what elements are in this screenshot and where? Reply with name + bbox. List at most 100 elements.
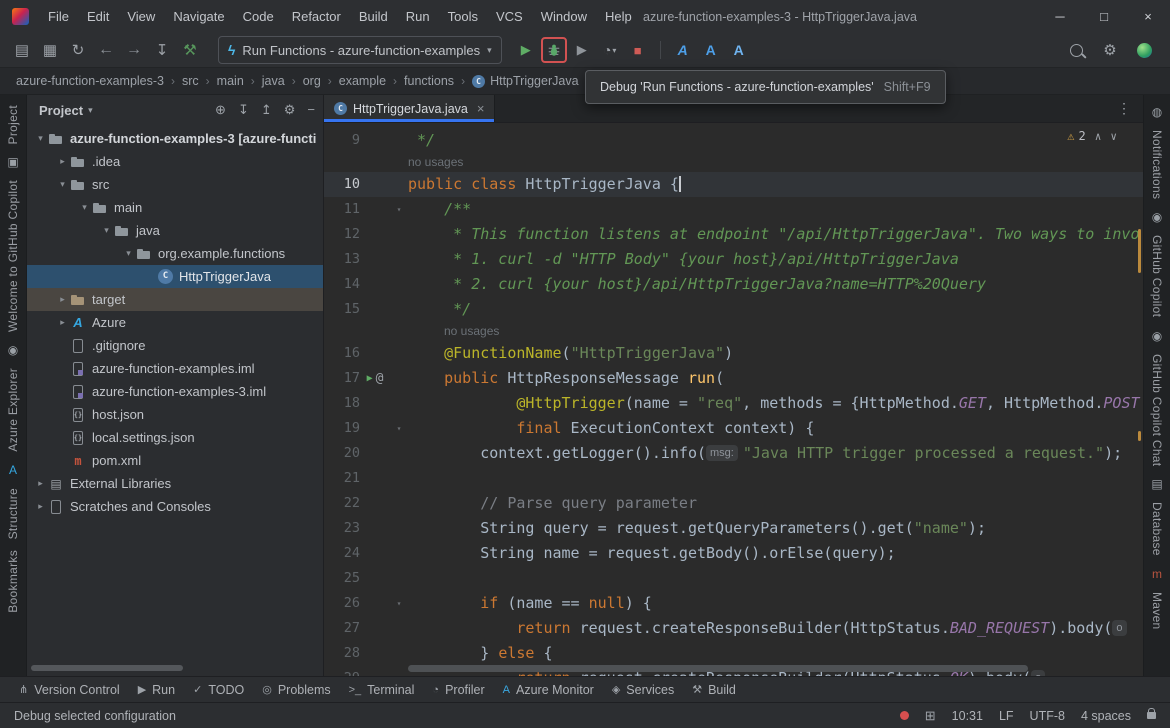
breadcrumb-azure-function-examples-3[interactable]: azure-function-examples-3 — [14, 74, 166, 88]
toolwindow-button-github-copilot-chat[interactable]: GitHub Copilot Chat — [1150, 354, 1164, 466]
menu-code[interactable]: Code — [234, 0, 283, 33]
tree-item-scratches-and-consoles[interactable]: ▸ Scratches and Consoles — [27, 495, 323, 518]
coverage-button[interactable]: ▶ — [569, 37, 595, 63]
menu-navigate[interactable]: Navigate — [164, 0, 233, 33]
breadcrumb-org[interactable]: org — [301, 74, 323, 88]
menu-vcs[interactable]: VCS — [487, 0, 532, 33]
tree-item-httptriggerjava[interactable]: HttpTriggerJava — [27, 265, 323, 288]
toolwindow-button-github-copilot[interactable]: GitHub Copilot — [1150, 235, 1164, 317]
tree-item-azure[interactable]: ▸Azure — [27, 311, 323, 334]
settings-icon[interactable]: ⚙ — [284, 102, 296, 118]
editor-line-26[interactable]: 26 ▾ if (name == null) { — [324, 591, 1143, 616]
next-issue-icon[interactable]: ∨ — [1110, 130, 1117, 143]
tool-button-run[interactable]: ▶ Run — [129, 677, 184, 702]
a-plugin-icon-3[interactable]: A — [726, 37, 752, 63]
editor-line-15[interactable]: 15 */ — [324, 297, 1143, 322]
tree-item-org-example-functions[interactable]: ▾ org.example.functions — [27, 242, 323, 265]
plugin-ball-icon[interactable] — [1131, 37, 1157, 63]
tree-toggle-icon[interactable]: ▾ — [33, 133, 48, 144]
breadcrumb-java[interactable]: java — [260, 74, 287, 88]
tab-options-icon[interactable]: ⋮ — [1117, 100, 1143, 117]
tool-button-build[interactable]: ⚒ Build — [683, 677, 745, 702]
tree-toggle-icon[interactable]: ▸ — [33, 478, 48, 489]
editor-line-10[interactable]: 10 public class HttpTriggerJava { — [324, 172, 1143, 197]
menu-run[interactable]: Run — [397, 0, 439, 33]
tree-toggle-icon[interactable]: ▸ — [55, 156, 70, 167]
tree-toggle-icon[interactable]: ▸ — [55, 317, 70, 328]
tree-item-external-libraries[interactable]: ▸External Libraries — [27, 472, 323, 495]
tree-item--gitignore[interactable]: .gitignore — [27, 334, 323, 357]
tree-item-azure-function-examples-3-iml[interactable]: azure-function-examples-3.iml — [27, 380, 323, 403]
readonly-lock-icon[interactable] — [1147, 708, 1156, 719]
settings-gear-icon[interactable]: ⚙ — [1097, 37, 1123, 63]
tree-toggle-icon[interactable]: ▸ — [33, 501, 48, 512]
expand-all-icon[interactable]: ↧ — [238, 102, 249, 118]
tab-httptriggerjava[interactable]: HttpTriggerJava.java × — [324, 95, 496, 122]
tree-toggle-icon[interactable]: ▸ — [55, 294, 70, 305]
a-plugin-icon-1[interactable]: A — [670, 37, 696, 63]
tree-toggle-icon[interactable]: ▾ — [77, 202, 92, 213]
editor-line-24[interactable]: 24 String name = request.getBody().orEls… — [324, 541, 1143, 566]
commit-window-icon[interactable]: ▣ — [7, 155, 18, 169]
file-encoding[interactable]: UTF-8 — [1030, 709, 1065, 723]
tree-item-host-json[interactable]: host.json — [27, 403, 323, 426]
breadcrumb-httptriggerjava[interactable]: C HttpTriggerJava — [470, 74, 580, 88]
build-project-icon[interactable]: ⚒ — [177, 37, 203, 63]
toolwindow-button-maven[interactable]: Maven — [1150, 592, 1164, 630]
tree-item-java[interactable]: ▾ java — [27, 219, 323, 242]
select-opened-file-icon[interactable]: ⊕ — [215, 102, 226, 118]
editor-line-14[interactable]: 14 * 2. curl {your host}/api/HttpTrigger… — [324, 272, 1143, 297]
maven-icon[interactable]: m — [1152, 567, 1162, 581]
editor-line-28[interactable]: 28 } else { — [324, 641, 1143, 666]
editor-line-17[interactable]: 17 ▶ @ public HttpResponseMessage run( — [324, 366, 1143, 391]
tool-button-services[interactable]: ◈ Services — [603, 677, 683, 702]
editor-line-25[interactable]: 25 — [324, 566, 1143, 591]
tree-item--idea[interactable]: ▸ .idea — [27, 150, 323, 173]
search-icon[interactable] — [1063, 37, 1089, 63]
tool-button-problems[interactable]: ◎ Problems — [253, 677, 339, 702]
toolwindow-button-notifications[interactable]: Notifications — [1150, 130, 1164, 199]
tree-item-pom-xml[interactable]: pom.xml — [27, 449, 323, 472]
tool-button-azure-monitor[interactable]: A Azure Monitor — [494, 677, 603, 702]
editor-line-13[interactable]: 13 * 1. curl -d "HTTP Body" {your host}/… — [324, 247, 1143, 272]
usages-hint[interactable]: no usages — [324, 153, 1143, 172]
editor-line-23[interactable]: 23 String query = request.getQueryParame… — [324, 516, 1143, 541]
project-hscrollbar[interactable] — [31, 665, 183, 671]
close-tab-icon[interactable]: × — [477, 101, 485, 116]
fold-icon[interactable]: ▾ — [390, 416, 408, 441]
editor-line-22[interactable]: 22 // Parse query parameter — [324, 491, 1143, 516]
fold-icon[interactable]: ▾ — [390, 197, 408, 222]
external-tools-icon[interactable]: ↧ — [149, 37, 175, 63]
tree-item-main[interactable]: ▾ main — [27, 196, 323, 219]
caret-position[interactable]: 10:31 — [952, 709, 983, 723]
line-separator[interactable]: LF — [999, 709, 1014, 723]
hide-panel-icon[interactable]: − — [307, 102, 315, 118]
github-copilot-icon[interactable]: ◉ — [8, 343, 18, 357]
inspections-widget[interactable]: ⚠ 2 ∧ ∨ — [1067, 129, 1117, 143]
menu-refactor[interactable]: Refactor — [283, 0, 350, 33]
prev-issue-icon[interactable]: ∧ — [1095, 130, 1102, 143]
run-button[interactable]: ▶ — [513, 37, 539, 63]
tool-button-profiler[interactable]: ◔ Profiler — [423, 677, 493, 702]
notifications-bell-icon[interactable]: ◍ — [1152, 105, 1162, 119]
project-panel-title[interactable]: Project — [39, 103, 83, 118]
tree-item-src[interactable]: ▾ src — [27, 173, 323, 196]
menu-help[interactable]: Help — [596, 0, 641, 33]
menu-edit[interactable]: Edit — [78, 0, 118, 33]
save-all-icon[interactable]: ▦ — [37, 37, 63, 63]
editor-line-11[interactable]: 11 ▾ /** — [324, 197, 1143, 222]
maximize-button[interactable]: □ — [1082, 0, 1126, 33]
menu-build[interactable]: Build — [350, 0, 397, 33]
copilot-chat-icon[interactable]: ◉ — [1152, 329, 1162, 343]
editor-line-12[interactable]: 12 * This function listens at endpoint "… — [324, 222, 1143, 247]
menu-window[interactable]: Window — [532, 0, 596, 33]
run-gutter-icon[interactable]: ▶ — [367, 366, 373, 391]
fold-icon[interactable]: ▾ — [390, 591, 408, 616]
tree-item-azure-function-examples-iml[interactable]: azure-function-examples.iml — [27, 357, 323, 380]
tool-button-todo[interactable]: ✓ TODO — [184, 677, 253, 702]
editor-line-16[interactable]: 16 @FunctionName("HttpTriggerJava") — [324, 341, 1143, 366]
sync-icon[interactable]: ↻ — [65, 37, 91, 63]
indent-style[interactable]: 4 spaces — [1081, 709, 1131, 723]
editor-line-27[interactable]: 27 return request.createResponseBuilder(… — [324, 616, 1143, 641]
tool-button-version-control[interactable]: ⋔ Version Control — [10, 677, 129, 702]
